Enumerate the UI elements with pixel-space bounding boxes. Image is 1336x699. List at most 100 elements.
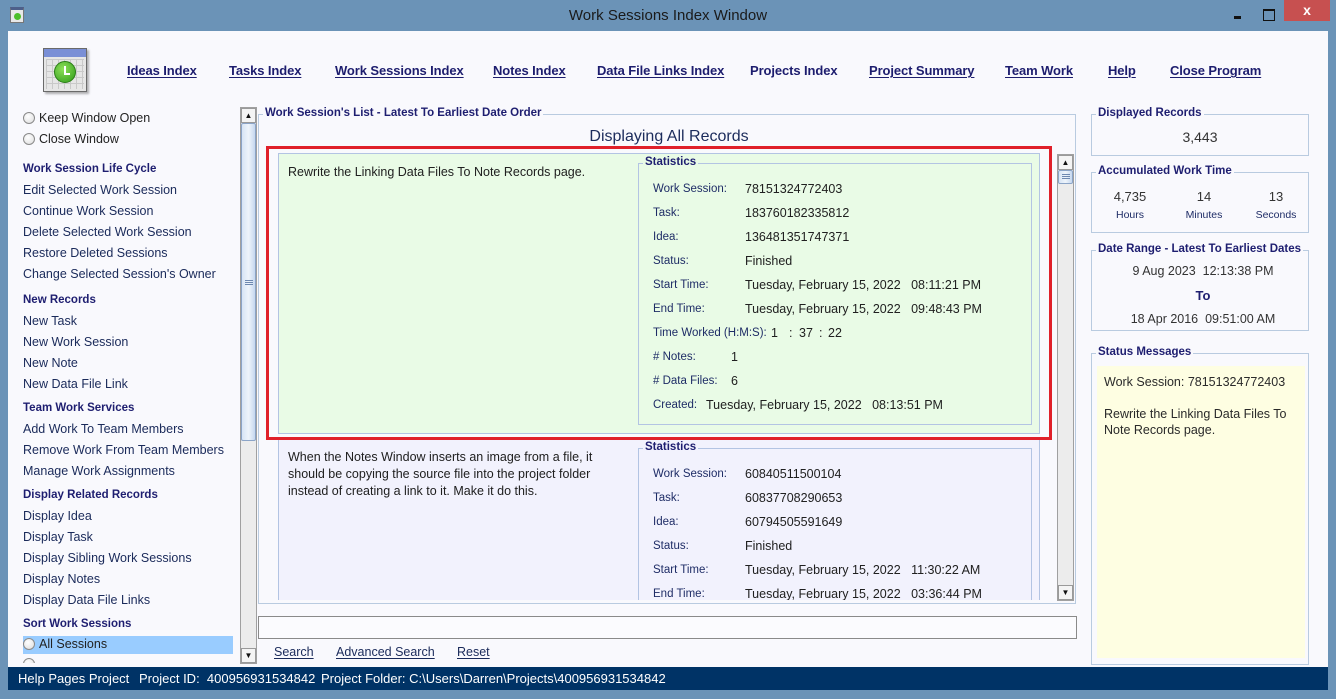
sidebar-item-new-task[interactable]: New Task — [23, 314, 77, 328]
task-label: Task: — [653, 492, 680, 504]
radio-icon[interactable] — [23, 112, 35, 124]
scroll-up-arrow-icon[interactable]: ▲ — [241, 108, 256, 123]
maximize-button[interactable] — [1255, 4, 1281, 26]
scroll-up-arrow-icon[interactable]: ▲ — [1058, 155, 1073, 170]
work-session-record[interactable]: Rewrite the Linking Data Files To Note R… — [278, 153, 1040, 434]
statistics-box: Statistics Work Session: 78151324772403 … — [638, 156, 1032, 425]
status-project-name: Help Pages Project — [18, 671, 130, 686]
accumulated-hours-label: Hours — [1115, 209, 1144, 221]
statistics-title: Statistics — [643, 441, 699, 453]
sidebar-item-continue-session[interactable]: Continue Work Session — [23, 204, 153, 218]
sidebar-item-display-data-file-links[interactable]: Display Data File Links — [23, 593, 150, 607]
scroll-down-arrow-icon[interactable]: ▼ — [241, 648, 256, 663]
section-heading-display-related: Display Related Records — [23, 489, 158, 501]
radio-icon[interactable] — [23, 658, 35, 663]
nav-projects-index[interactable]: Projects Index — [750, 63, 838, 78]
task-value: 183760182335812 — [745, 206, 850, 220]
search-button[interactable]: Search — [274, 645, 314, 659]
status-value: Finished — [745, 539, 793, 553]
sort-all-sessions-radio[interactable]: All Sessions — [23, 637, 107, 651]
status-project-id: Project ID: 400956931534842 — [139, 671, 316, 686]
sidebar-item-display-idea[interactable]: Display Idea — [23, 509, 92, 523]
sidebar-item-new-work-session[interactable]: New Work Session — [23, 335, 128, 349]
keep-window-open-radio[interactable]: Keep Window Open — [23, 111, 150, 125]
list-scroll-thumb[interactable] — [1058, 170, 1073, 184]
sidebar-item-display-task[interactable]: Display Task — [23, 530, 93, 544]
sidebar-item-manage-assignments[interactable]: Manage Work Assignments — [23, 464, 175, 478]
status-value: Finished — [745, 254, 793, 268]
idea-label: Idea: — [653, 231, 679, 243]
radio-icon[interactable] — [23, 638, 35, 650]
sidebar-item-edit-selected-session[interactable]: Edit Selected Work Session — [23, 183, 177, 197]
sort-option-radio[interactable] — [23, 658, 35, 663]
work-session-value: 60840511500104 — [745, 467, 842, 481]
displaying-all-records-heading: Displaying All Records — [589, 128, 749, 145]
date-range-to: To — [1195, 288, 1211, 303]
sidebar-item-new-note[interactable]: New Note — [23, 356, 78, 370]
reset-button[interactable]: Reset — [457, 645, 490, 659]
scroll-down-arrow-icon[interactable]: ▼ — [1058, 585, 1073, 600]
minimize-button[interactable] — [1225, 4, 1251, 26]
end-time-value: Tuesday, February 15, 2022 09:48:43 PM — [745, 302, 982, 316]
sidebar: Keep Window Open Close Window Work Sessi… — [8, 106, 240, 663]
idea-value: 136481351747371 — [745, 230, 850, 244]
window-title: Work Sessions Index Window — [568, 7, 768, 24]
start-time-value: Tuesday, February 15, 2022 08:11:21 PM — [745, 278, 982, 292]
sidebar-scroll-thumb[interactable] — [241, 123, 256, 441]
sidebar-item-remove-work-from-team[interactable]: Remove Work From Team Members — [23, 443, 224, 457]
work-session-list-title: Work Session's List - Latest To Earliest… — [263, 107, 544, 119]
nav-data-file-links-index[interactable]: Data File Links Index — [597, 63, 724, 78]
nav-notes-index[interactable]: Notes Index — [493, 63, 566, 78]
work-sessions-index-window: Work Sessions Index Window x Ideas Index… — [0, 0, 1336, 699]
close-window-radio[interactable]: Close Window — [23, 132, 119, 146]
start-time-label: Start Time: — [653, 564, 709, 576]
status-label: Status: — [653, 255, 689, 267]
start-time-value: Tuesday, February 15, 2022 11:30:22 AM — [745, 563, 981, 577]
time-worked-label: Time Worked (H:M:S): — [653, 327, 767, 339]
work-session-value: 78151324772403 — [745, 182, 843, 196]
data-files-count-value: 6 — [731, 374, 738, 388]
section-heading-team-work: Team Work Services — [23, 402, 135, 414]
nav-team-work[interactable]: Team Work — [1005, 63, 1073, 78]
status-bar: Help Pages Project Project ID: 400956931… — [8, 667, 1328, 690]
advanced-search-button[interactable]: Advanced Search — [336, 645, 435, 659]
title-bar: Work Sessions Index Window x — [0, 0, 1336, 31]
statistics-box: Statistics Work Session: 60840511500104 … — [638, 441, 1032, 600]
sidebar-item-delete-selected-session[interactable]: Delete Selected Work Session — [23, 225, 192, 239]
list-scrollbar[interactable]: ▲ ▼ — [1057, 154, 1074, 601]
sidebar-scrollbar[interactable]: ▲ ▼ — [240, 107, 257, 664]
nav-project-summary[interactable]: Project Summary — [869, 63, 975, 78]
accumulated-hours-value: 4,735 — [1113, 189, 1147, 204]
record-description: When the Notes Window inserts an image f… — [288, 450, 593, 498]
nav-work-sessions-index[interactable]: Work Sessions Index — [335, 63, 464, 78]
created-label: Created: — [653, 399, 698, 411]
end-time-label: End Time: — [653, 588, 705, 600]
sidebar-item-restore-deleted[interactable]: Restore Deleted Sessions — [23, 246, 168, 260]
displayed-records-title: Displayed Records — [1096, 107, 1204, 119]
sidebar-item-display-sibling-sessions[interactable]: Display Sibling Work Sessions — [23, 551, 192, 565]
accumulated-work-time-title: Accumulated Work Time — [1096, 165, 1234, 177]
sidebar-item-new-data-file-link[interactable]: New Data File Link — [23, 377, 128, 391]
status-messages-area: Work Session: 78151324772403 Rewrite the… — [1097, 366, 1305, 658]
search-input[interactable] — [258, 616, 1077, 639]
date-range-title: Date Range - Latest To Earliest Dates — [1096, 243, 1304, 255]
work-session-label: Work Session: — [653, 183, 727, 195]
task-value: 60837708290653 — [745, 491, 843, 505]
work-session-label: Work Session: — [653, 468, 727, 480]
nav-close-program[interactable]: Close Program — [1170, 63, 1261, 78]
displayed-records-value: 3,443 — [1182, 129, 1218, 145]
nav-help[interactable]: Help — [1108, 63, 1136, 78]
sidebar-item-add-work-to-team[interactable]: Add Work To Team Members — [23, 422, 183, 436]
sidebar-item-display-notes[interactable]: Display Notes — [23, 572, 100, 586]
nav-ideas-index[interactable]: Ideas Index — [127, 63, 197, 78]
accumulated-minutes-label: Minutes — [1185, 209, 1223, 221]
keep-window-open-label: Keep Window Open — [39, 111, 151, 125]
work-session-record[interactable]: When the Notes Window inserts an image f… — [278, 438, 1040, 600]
sidebar-item-change-owner[interactable]: Change Selected Session's Owner — [23, 267, 216, 281]
close-window-button[interactable]: x — [1284, 0, 1330, 21]
section-heading-new-records: New Records — [23, 294, 96, 306]
radio-icon[interactable] — [23, 133, 35, 145]
nav-tasks-index[interactable]: Tasks Index — [229, 63, 301, 78]
notes-count-value: 1 — [731, 350, 738, 364]
start-time-label: Start Time: — [653, 279, 709, 291]
